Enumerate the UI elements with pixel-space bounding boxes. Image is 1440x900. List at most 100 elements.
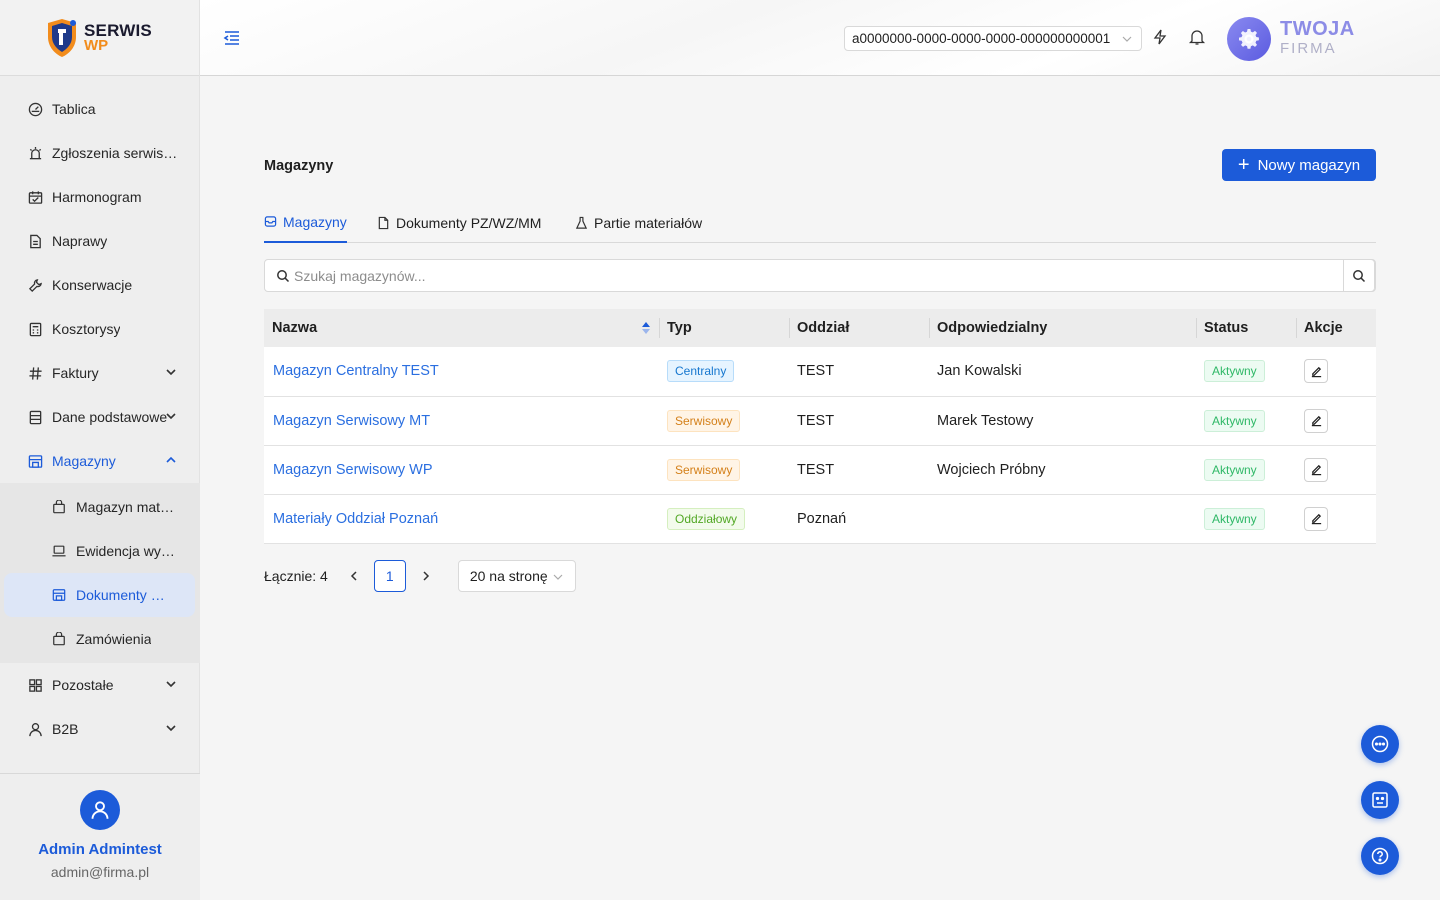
avatar[interactable] bbox=[80, 790, 120, 830]
pagination-total: Łącznie: 4 bbox=[264, 568, 328, 584]
sidebar: SERWIS WP Tablica Zgłoszenia serwisowe H… bbox=[0, 0, 200, 900]
column-header-label: Typ bbox=[667, 320, 692, 336]
wrench-icon bbox=[27, 277, 43, 293]
flask-icon bbox=[575, 216, 589, 230]
column-header-label: Nazwa bbox=[272, 320, 318, 336]
sidebar-item-dane-podstawowe[interactable]: Dane podstawowe bbox=[0, 395, 200, 439]
edit-button[interactable] bbox=[1304, 506, 1328, 531]
chevron-down-icon bbox=[166, 369, 176, 376]
edit-button[interactable] bbox=[1304, 457, 1328, 482]
responsible-cell: Jan Kowalski bbox=[937, 363, 1022, 380]
tab-partie[interactable]: Partie materiałów bbox=[575, 212, 702, 243]
help-icon bbox=[1371, 847, 1389, 865]
search-input[interactable] bbox=[294, 260, 1334, 291]
column-header-responsible: Odpowiedzialny bbox=[929, 309, 1196, 347]
prev-page-button[interactable] bbox=[342, 560, 366, 592]
column-header-name[interactable]: Nazwa bbox=[264, 309, 659, 347]
branch-cell: TEST bbox=[797, 461, 835, 478]
edit-icon bbox=[1311, 415, 1321, 427]
database-icon bbox=[27, 409, 43, 425]
pagination: Łącznie: 4 1 20 na stronę bbox=[264, 560, 576, 592]
sidebar-item-label: Faktury bbox=[52, 365, 99, 381]
bag-icon bbox=[51, 631, 67, 647]
page-title: Magazyny bbox=[264, 158, 334, 174]
chevron-down-icon bbox=[166, 725, 176, 732]
main-card: Magazyny + Nowy magazyn Magazyny Dokumen… bbox=[216, 101, 1424, 876]
edit-icon bbox=[1311, 513, 1321, 525]
tenant-select[interactable]: a0000000-0000-0000-0000-000000000001 bbox=[844, 26, 1142, 51]
page-size-select[interactable]: 20 na stronę bbox=[457, 560, 576, 592]
next-page-button[interactable] bbox=[414, 560, 438, 592]
sidebar-item-harmonogram[interactable]: Harmonogram bbox=[0, 175, 200, 219]
sidebar-item-konserwacje[interactable]: Konserwacje bbox=[0, 263, 200, 307]
column-header-label: Odpowiedzialny bbox=[937, 320, 1048, 336]
sidebar-subitem-zamowienia[interactable]: Zamówienia bbox=[4, 617, 195, 661]
warehouse-name-link[interactable]: Magazyn Serwisowy MT bbox=[273, 413, 430, 429]
page-size-value: 20 na stronę bbox=[469, 568, 548, 584]
new-warehouse-button[interactable]: + Nowy magazyn bbox=[1222, 149, 1376, 181]
chevron-down-icon bbox=[166, 413, 176, 420]
grid-icon bbox=[27, 677, 43, 693]
bell-icon[interactable] bbox=[1188, 28, 1206, 46]
search-button[interactable] bbox=[1343, 259, 1375, 292]
user-email: admin@firma.pl bbox=[50, 864, 150, 880]
search-icon bbox=[1353, 269, 1366, 282]
lightning-icon[interactable] bbox=[1151, 28, 1169, 46]
warehouse-icon bbox=[27, 453, 43, 469]
menu-toggle-icon[interactable] bbox=[222, 28, 242, 48]
sidebar-subitem-ewidencja[interactable]: Ewidencja wyposażenia bbox=[4, 529, 195, 573]
search-icon bbox=[277, 270, 290, 283]
sidebar-subitem-label: Magazyn materiałów bbox=[76, 499, 176, 515]
tab-magazyny[interactable]: Magazyny bbox=[264, 212, 347, 243]
sidebar-item-label: Pozostałe bbox=[52, 677, 114, 693]
edit-button[interactable] bbox=[1304, 408, 1328, 433]
help-button[interactable] bbox=[1361, 837, 1399, 875]
sidebar-item-magazyny[interactable]: Magazyny bbox=[0, 439, 200, 483]
warehouse-name-link[interactable]: Magazyn Centralny TEST bbox=[273, 363, 439, 379]
sidebar-item-pozostale[interactable]: Pozostałe bbox=[0, 663, 200, 707]
logo-icon bbox=[44, 17, 80, 59]
tab-label: Magazyny bbox=[283, 213, 347, 230]
table-row: Magazyn Serwisowy WP Serwisowy TEST Wojc… bbox=[264, 445, 1376, 495]
table-row: Magazyn Serwisowy MT Serwisowy TEST Mare… bbox=[264, 396, 1376, 446]
gear-icon bbox=[1227, 17, 1271, 61]
page-button-current[interactable]: 1 bbox=[373, 560, 406, 592]
user-profile[interactable]: Admin Admintest admin@firma.pl bbox=[0, 773, 200, 900]
assistant-button[interactable] bbox=[1361, 781, 1399, 819]
column-header-status: Status bbox=[1196, 309, 1296, 347]
sort-icon[interactable] bbox=[641, 320, 651, 336]
robot-icon bbox=[1372, 792, 1388, 808]
sidebar-item-zgloszenia[interactable]: Zgłoszenia serwisowe bbox=[0, 131, 200, 175]
sidebar-item-label: B2B bbox=[52, 721, 79, 737]
sidebar-item-naprawy[interactable]: Naprawy bbox=[0, 219, 200, 263]
new-warehouse-button-label: Nowy magazyn bbox=[1257, 156, 1361, 174]
logo-text-line2: WP bbox=[84, 36, 109, 54]
company-badge[interactable]: TWOJA FIRMA bbox=[1227, 17, 1355, 61]
type-tag: Serwisowy bbox=[667, 409, 741, 432]
chevron-up-icon bbox=[166, 456, 176, 463]
sidebar-item-b2b[interactable]: B2B bbox=[0, 707, 200, 751]
company-name-line2: FIRMA bbox=[1280, 40, 1337, 57]
logo[interactable]: SERWIS WP bbox=[0, 0, 199, 76]
tab-label: Dokumenty PZ/WZ/MM bbox=[396, 214, 542, 231]
sidebar-item-kosztorysy[interactable]: Kosztorysy bbox=[0, 307, 200, 351]
box-icon bbox=[51, 499, 67, 515]
edit-button[interactable] bbox=[1304, 359, 1328, 384]
sidebar-item-tablica[interactable]: Tablica bbox=[0, 87, 200, 131]
warehouse-name-link[interactable]: Materiały Oddział Poznań bbox=[273, 511, 438, 527]
alarm-icon bbox=[27, 145, 43, 161]
sidebar-item-faktury[interactable]: Faktury bbox=[0, 351, 200, 395]
sidebar-subitem-dokumenty[interactable]: Dokumenty magazynowe bbox=[4, 573, 195, 617]
hash-icon bbox=[27, 365, 43, 381]
sidebar-subitem-magazyn-materialow[interactable]: Magazyn materiałów bbox=[4, 485, 195, 529]
sidebar-subitem-label: Dokumenty magazynowe bbox=[76, 587, 176, 603]
tab-dokumenty[interactable]: Dokumenty PZ/WZ/MM bbox=[377, 212, 541, 243]
chevron-right-icon bbox=[423, 571, 429, 581]
status-badge: Aktywny bbox=[1204, 458, 1265, 481]
sidebar-submenu-magazyny: Magazyn materiałów Ewidencja wyposażenia… bbox=[0, 483, 200, 663]
calculator-icon bbox=[27, 321, 43, 337]
search-bar bbox=[264, 259, 1376, 292]
logo-text-line1: SERWIS bbox=[84, 20, 152, 40]
warehouse-name-link[interactable]: Magazyn Serwisowy WP bbox=[273, 462, 433, 478]
chat-button[interactable] bbox=[1361, 725, 1399, 763]
